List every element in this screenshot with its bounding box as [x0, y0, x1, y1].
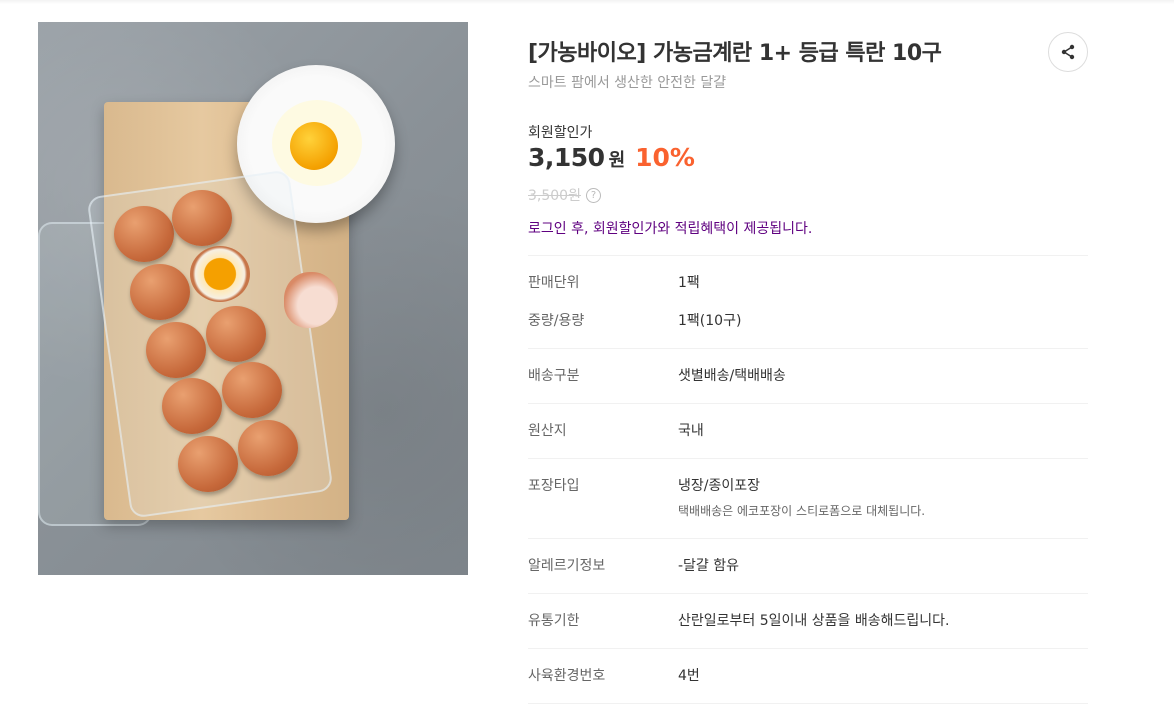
detail-label: 사육환경번호: [528, 668, 606, 684]
egg: [114, 206, 174, 262]
price-unit: 원: [608, 150, 626, 171]
detail-group: 원산지 국내: [528, 403, 1088, 458]
detail-group: 알레르기정보 -달걀 함유: [528, 538, 1088, 593]
product-image: [38, 22, 468, 575]
detail-row: 사육환경번호 4번: [528, 666, 1088, 686]
detail-value: 국내: [678, 423, 704, 439]
detail-label: 알레르기정보: [528, 558, 606, 574]
price-row: 3,150 원 10%: [528, 143, 695, 172]
product-subtitle: 스마트 팜에서 생산한 안전한 달걀: [528, 75, 727, 91]
detail-row: 중량/용량 1팩(10구): [528, 311, 1088, 331]
egg: [146, 322, 206, 378]
detail-row: 포장타입 냉장/종이포장 택배배송은 에코포장이 스티로폼으로 대체됩니다.: [528, 476, 1088, 521]
detail-group: 유통기한 산란일로부터 5일이내 상품을 배송해드립니다.: [528, 593, 1088, 648]
detail-label: 중량/용량: [528, 313, 585, 329]
detail-value: 1팩: [678, 275, 700, 291]
detail-row: 알레르기정보 -달걀 함유: [528, 556, 1088, 576]
detail-subtext: 택배배송은 에코포장이 스티로폼으로 대체됩니다.: [678, 504, 926, 518]
egg: [206, 306, 266, 362]
egg-yolk: [290, 122, 338, 170]
egg: [162, 378, 222, 434]
detail-row: 원산지 국내: [528, 421, 1088, 441]
detail-group: 포장타입 냉장/종이포장 택배배송은 에코포장이 스티로폼으로 대체됩니다.: [528, 458, 1088, 538]
detail-value: 냉장/종이포장: [678, 478, 760, 494]
detail-group: 배송구분 샛별배송/택배배송: [528, 348, 1088, 403]
product-details: 판매단위 1팩 중량/용량 1팩(10구) 배송구분 샛별배송/택배배송 원산지…: [528, 255, 1088, 704]
detail-row: 판매단위 1팩: [528, 273, 1088, 293]
price-label: 회원할인가: [528, 125, 593, 141]
detail-label: 배송구분: [528, 368, 580, 384]
sale-price: 3,150: [528, 143, 605, 172]
egg: [238, 420, 298, 476]
detail-row: 유통기한 산란일로부터 5일이내 상품을 배송해드립니다.: [528, 611, 1088, 631]
detail-value: 샛별배송/택배배송: [678, 368, 786, 384]
share-button[interactable]: [1048, 32, 1088, 72]
detail-label: 원산지: [528, 423, 567, 439]
detail-value-wrap: 냉장/종이포장 택배배송은 에코포장이 스티로폼으로 대체됩니다.: [678, 476, 925, 521]
egg: [130, 264, 190, 320]
egg: [172, 190, 232, 246]
detail-value: 산란일로부터 5일이내 상품을 배송해드립니다.: [678, 613, 950, 629]
share-icon: [1061, 44, 1075, 60]
detail-group: 사육환경번호 4번: [528, 648, 1088, 704]
egg: [178, 436, 238, 492]
detail-value: -달걀 함유: [678, 558, 740, 574]
help-circle-icon[interactable]: ?: [585, 187, 601, 203]
original-price: 3,500원: [528, 188, 581, 204]
login-notice: 로그인 후, 회원할인가와 적립혜택이 제공됩니다.: [528, 221, 813, 237]
detail-group: 판매단위 1팩 중량/용량 1팩(10구): [528, 255, 1088, 348]
detail-value: 4번: [678, 668, 700, 684]
detail-row: 배송구분 샛별배송/택배배송: [528, 366, 1088, 386]
top-border: [0, 0, 1174, 4]
original-price-row: 3,500원 ?: [528, 185, 601, 205]
egg: [222, 362, 282, 418]
detail-label: 포장타입: [528, 478, 580, 494]
product-title: [가농바이오] 가농금계란 1+ 등급 특란 10구: [528, 41, 942, 66]
detail-label: 유통기한: [528, 613, 580, 629]
detail-label: 판매단위: [528, 275, 580, 291]
cracked-egg: [190, 246, 250, 302]
discount-rate: 10%: [635, 143, 695, 172]
detail-value: 1팩(10구): [678, 313, 742, 329]
